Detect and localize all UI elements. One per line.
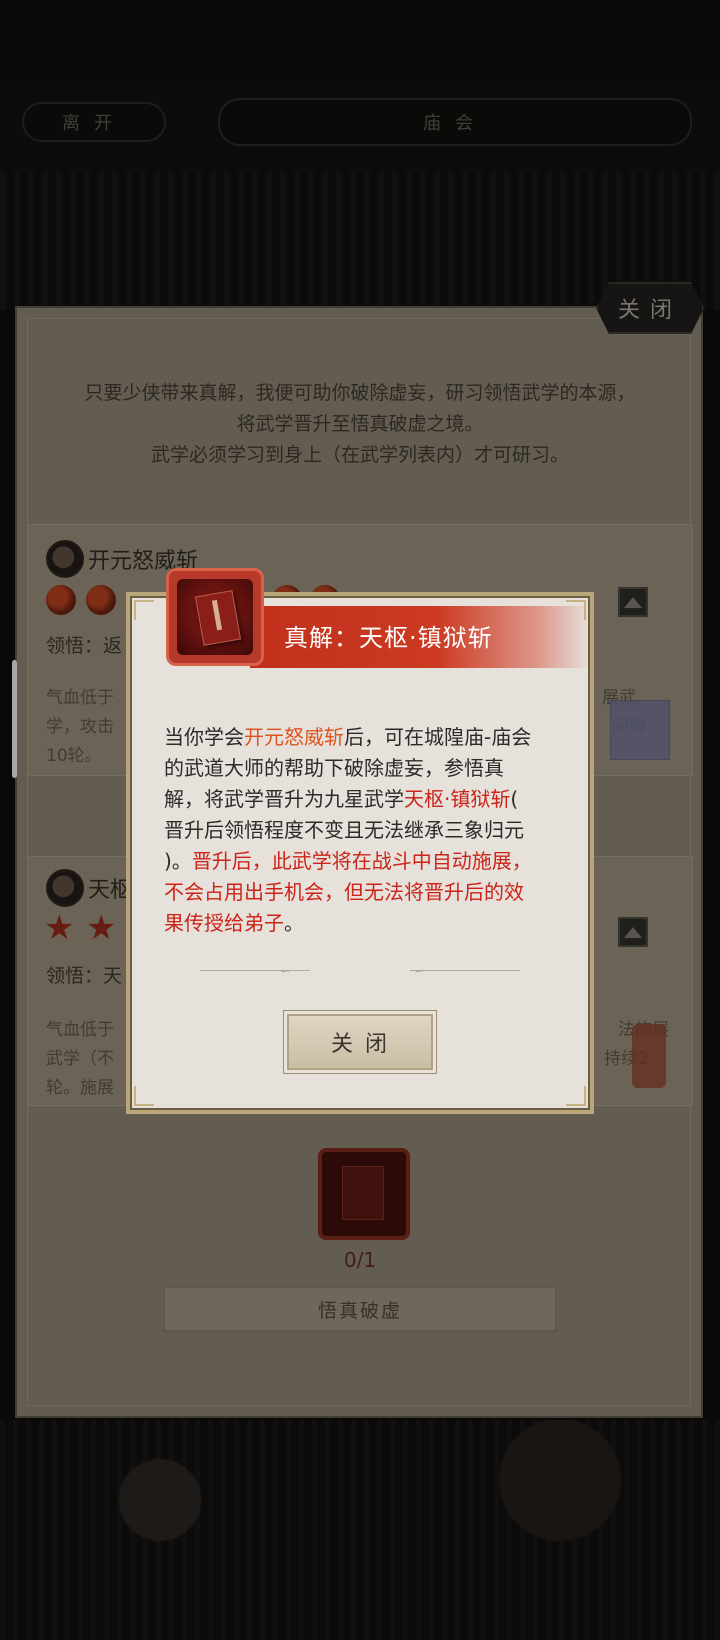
dialog-line: 的武道大师的帮助下破除虚妄，参悟真 [164, 756, 504, 780]
book-icon [166, 568, 264, 666]
dialog-body: 当你学会开元怒威斩后，可在城隍庙-庙会 的武道大师的帮助下破除虚妄，参悟真 解，… [164, 722, 564, 939]
book-icon-background [177, 579, 253, 655]
skill-link: 开元怒威斩 [244, 725, 344, 749]
corner-ornament [134, 1086, 154, 1106]
text-run: 后，可在城隍庙-庙会 [344, 725, 532, 749]
corner-ornament [566, 1086, 586, 1106]
dialog-divider: ∽ ∽ [0, 964, 720, 978]
dialog-close-button[interactable]: 关闭 [287, 1014, 433, 1070]
text-run: 当你学会 [164, 725, 244, 749]
text-run: ( [510, 787, 519, 811]
dialog-line: 不会占用出手机会，但无法将晋升后的效 [164, 880, 524, 904]
divider-line [200, 970, 310, 971]
text-run: 果传授给弟子 [164, 911, 284, 935]
dialog-line: 晋升后领悟程度不变且无法继承三象归元 [164, 818, 524, 842]
dialog-line: 果传授给弟子。 [164, 908, 564, 939]
text-run: )。 [164, 849, 192, 873]
book-cover-icon [194, 590, 242, 646]
dialog-line: 当你学会开元怒威斩后，可在城隍庙-庙会 [164, 722, 564, 753]
text-run: 解，将武学晋升为九星武学 [164, 787, 404, 811]
dialog-line: )。晋升后，此武学将在战斗中自动施展， [164, 846, 564, 877]
text-run: 。 [284, 911, 304, 935]
dialog-title: 真解：天枢·镇狱斩 [284, 624, 493, 652]
skill-link: 天枢·镇狱斩 [404, 787, 511, 811]
swirl-ornament-icon: ∽ [414, 964, 425, 978]
text-run: 晋升后，此武学将在战斗中自动施展， [191, 849, 532, 873]
swirl-ornament-icon: ∽ [280, 964, 291, 978]
corner-ornament [134, 600, 154, 620]
divider-line [410, 970, 520, 971]
dialog-line: 解，将武学晋升为九星武学天枢·镇狱斩( [164, 784, 564, 815]
